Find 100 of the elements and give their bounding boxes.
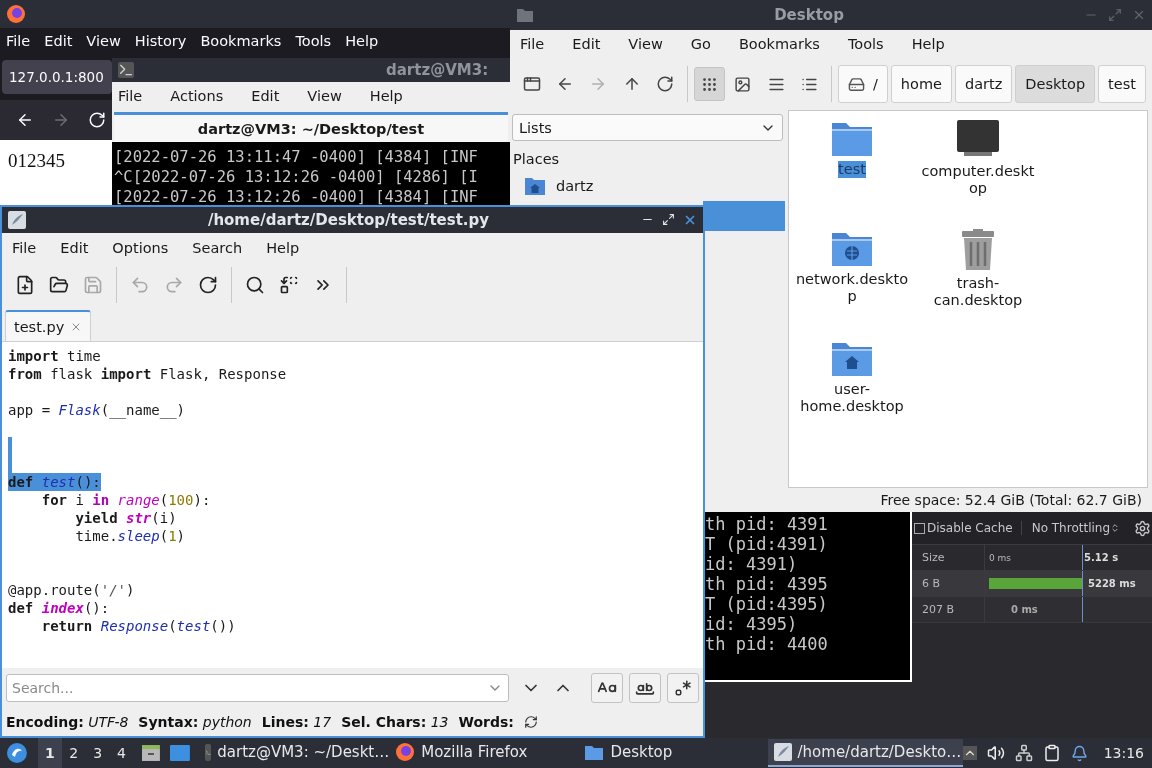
menu-item[interactable]: Help — [911, 34, 945, 54]
status-item: Syntax: python — [138, 714, 252, 730]
file-name[interactable]: trash-can.desktop — [918, 275, 1038, 309]
window-title: Desktop — [774, 6, 844, 24]
file-name[interactable]: computer.desktop — [918, 163, 1038, 197]
browser-tab[interactable]: 127.0.0.1:800 — [2, 60, 112, 94]
menu-item[interactable]: Go — [690, 34, 711, 54]
terminal-line: [2022-07-26 13:12:26 -0400] [4384] [INF — [114, 187, 478, 207]
menu-item[interactable]: Help — [345, 31, 379, 51]
code-line: yield str(i) — [74, 509, 177, 527]
code-line: return Response(test()) — [40, 617, 236, 635]
dropdown[interactable]: Lists — [512, 114, 783, 141]
menu-item[interactable]: Tools — [295, 31, 332, 51]
checkbox[interactable] — [914, 522, 925, 534]
menu-item[interactable]: Actions — [170, 86, 224, 106]
regex-button[interactable] — [667, 673, 699, 703]
menu-item[interactable]: Options — [112, 238, 169, 258]
table-cell: 0 ms — [1011, 604, 1038, 615]
terminal-tab[interactable]: dartz@VM3: ~/Desktop/test — [114, 112, 508, 142]
menu-item[interactable]: Edit — [572, 34, 601, 54]
taskbar-button[interactable]: dartz@VM3: ~/Deskt… — [199, 739, 390, 767]
menu-item[interactable]: File — [12, 238, 37, 258]
code-line: for i in range(100): — [40, 491, 211, 509]
checkbox-label: Disable Cache — [927, 521, 1013, 535]
menu-item[interactable]: View — [628, 34, 663, 54]
menu-item[interactable]: Edit — [251, 86, 280, 106]
status-item: Words: — [458, 714, 514, 730]
table-cell: 5228 ms — [1088, 578, 1136, 589]
menu-item[interactable]: File — [6, 31, 31, 51]
app-icon — [773, 743, 792, 761]
match-case-button[interactable] — [591, 673, 623, 703]
code-line: import time — [8, 347, 101, 365]
path-button[interactable]: / — [837, 65, 888, 103]
maximize-icon[interactable] — [662, 213, 675, 226]
sidebar-item[interactable]: dartz — [522, 171, 785, 201]
desktop-icon[interactable] — [169, 744, 192, 762]
terminal-line: th pid: 4400 — [705, 634, 828, 654]
path-button[interactable]: dartz — [954, 65, 1013, 103]
column-header: 0 ms — [988, 552, 1012, 563]
view-button[interactable] — [693, 67, 725, 101]
grid-icon — [700, 75, 718, 93]
menu-item[interactable]: History — [134, 31, 187, 51]
close-icon[interactable] — [683, 213, 697, 227]
menu-item[interactable]: View — [307, 86, 342, 106]
column-header: Size — [921, 551, 946, 564]
taskbar-button[interactable]: /home/dartz/Deskto… — [767, 739, 963, 767]
code-line: from flask import Flask, Response — [8, 365, 287, 383]
settings-icon[interactable] — [1134, 519, 1152, 537]
menu-item[interactable]: Help — [266, 238, 300, 258]
workspace-button[interactable]: 1 — [37, 738, 62, 768]
path-button[interactable]: Desktop — [1015, 65, 1096, 103]
terminal-line: T (pid:4395) — [705, 594, 828, 614]
menu-item[interactable]: Bookmarks — [200, 31, 282, 51]
whole-word-button[interactable] — [629, 673, 661, 703]
code-line: def index(): — [8, 599, 110, 617]
path-button[interactable]: test — [1098, 65, 1146, 103]
terminal-line: th pid: 4395 — [705, 574, 828, 594]
menu-item[interactable]: Tools — [847, 34, 884, 54]
file-tab[interactable]: test.py — [5, 310, 92, 341]
menu-item[interactable]: Bookmarks — [738, 34, 820, 54]
status-text: Free space: 52.4 GiB (Total: 62.7 GiB) — [880, 492, 1142, 508]
workspace-button[interactable]: 3 — [85, 738, 110, 768]
window-title: /home/dartz/Desktop/test/test.py — [207, 211, 490, 229]
menu-item[interactable]: View — [86, 31, 121, 51]
taskbar-button[interactable]: Mozilla Firefox — [389, 739, 579, 767]
taskbar-button[interactable]: Desktop — [578, 739, 768, 767]
image-icon — [734, 75, 752, 93]
workspace-button[interactable]: 2 — [61, 738, 86, 768]
terminal-line: id: 4391) — [705, 554, 798, 574]
network-icon[interactable] — [1014, 744, 1033, 762]
terminal-icon — [118, 62, 134, 78]
menu-item[interactable]: File — [520, 34, 545, 54]
notification-icon[interactable] — [1070, 744, 1088, 762]
file-name[interactable]: user-home.desktop — [792, 381, 912, 415]
workspace-button[interactable]: 4 — [109, 738, 134, 768]
code-line: app = Flask(__name__) — [8, 401, 186, 419]
file-name[interactable]: network.desktop — [792, 271, 912, 305]
refresh-icon[interactable] — [523, 715, 538, 729]
menu-item[interactable]: Edit — [60, 238, 89, 258]
menu-item[interactable]: Help — [369, 86, 403, 106]
path-button[interactable]: home — [890, 65, 952, 103]
terminal-line: T (pid:4391) — [705, 534, 828, 554]
menu-item[interactable]: File — [118, 86, 143, 106]
menu-item[interactable]: Edit — [44, 31, 73, 51]
browser-logo-icon[interactable] — [6, 4, 26, 24]
volume-icon[interactable] — [986, 744, 1005, 762]
start-menu-icon[interactable] — [6, 742, 28, 764]
menu-item[interactable]: Search — [192, 238, 243, 258]
home-folder-icon — [524, 176, 546, 196]
clock: 13:16 — [1103, 745, 1144, 761]
folder-icon — [584, 743, 605, 761]
clipboard-icon[interactable] — [1042, 744, 1061, 762]
file-cabinet-icon[interactable] — [141, 743, 162, 763]
code-line: time.sleep(1) — [74, 527, 186, 545]
search-field[interactable]: Search... — [6, 674, 509, 702]
reload-icon[interactable] — [88, 111, 106, 129]
table-cell-text: 207 B — [921, 603, 956, 616]
terminal-line: [2022-07-26 13:11:47 -0400] [4384] [INF — [114, 147, 478, 167]
throttling-dropdown[interactable]: No Throttling — [1020, 521, 1121, 535]
code-line: @app.route('/') — [8, 581, 135, 599]
